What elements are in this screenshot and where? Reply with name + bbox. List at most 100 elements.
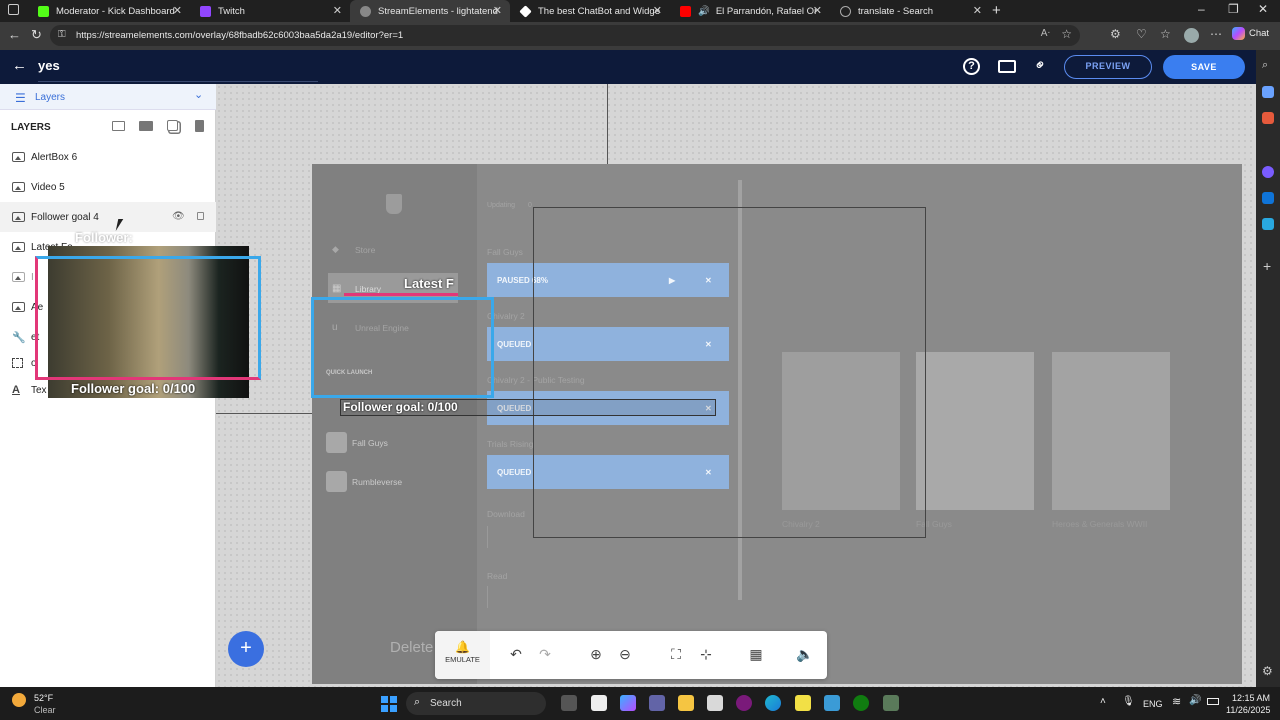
browser-essentials-icon[interactable]: ♡ bbox=[1136, 27, 1147, 41]
tab-twitch[interactable]: Twitch ✕ bbox=[190, 0, 350, 22]
layer-label: Follower goal 4 bbox=[31, 211, 99, 223]
sidebar-outlook-icon[interactable] bbox=[1262, 192, 1274, 204]
profile-avatar[interactable] bbox=[1184, 28, 1199, 43]
undo-icon[interactable]: ↶ bbox=[501, 631, 531, 677]
file-explorer-icon[interactable] bbox=[678, 695, 694, 711]
latest-follower-widget[interactable]: Latest F bbox=[344, 276, 458, 296]
obs-icon[interactable] bbox=[736, 695, 752, 711]
link-icon[interactable]: ⚭ bbox=[1029, 54, 1051, 76]
weather-icon[interactable] bbox=[12, 693, 26, 707]
visibility-eye-icon[interactable]: 👁 bbox=[172, 211, 185, 222]
duplicate-icon[interactable] bbox=[167, 120, 178, 131]
taskbar-search-box[interactable]: ⌕ Search bbox=[406, 692, 546, 715]
extensions-icon[interactable]: ⚙ bbox=[1110, 27, 1121, 41]
clock-date[interactable]: 11/26/2025 bbox=[1226, 705, 1270, 715]
copilot-chat-button[interactable]: Chat bbox=[1232, 27, 1269, 40]
close-icon[interactable]: ✕ bbox=[333, 4, 342, 17]
read-aloud-icon[interactable]: Aᐧ bbox=[1041, 28, 1050, 39]
tab-el-parrandon[interactable]: 🔊 El Parrandón, Rafael Orozco ✕ bbox=[670, 0, 830, 22]
zoom-out-icon[interactable]: ⊖ bbox=[610, 631, 640, 677]
overlay-name-input[interactable]: yes bbox=[38, 58, 318, 82]
mic-icon[interactable]: 🎙 bbox=[1122, 696, 1135, 707]
redo-icon[interactable]: ↷ bbox=[530, 631, 560, 677]
back-icon[interactable]: ← bbox=[8, 27, 21, 42]
url-field[interactable]: ⚿ https://streamelements.com/overlay/68f… bbox=[50, 25, 1080, 46]
close-icon[interactable]: ✕ bbox=[813, 4, 822, 17]
edge-icon[interactable] bbox=[765, 695, 781, 711]
windows-start-icon[interactable] bbox=[381, 696, 397, 712]
favorites-icon[interactable]: ☆ bbox=[1160, 27, 1171, 41]
wifi-icon[interactable]: ≋ bbox=[1172, 695, 1181, 708]
layer-item[interactable]: Video 5 bbox=[0, 172, 216, 202]
sidebar-send-icon[interactable] bbox=[1262, 218, 1274, 230]
lock-icon[interactable] bbox=[197, 212, 204, 220]
add-widget-button[interactable]: + bbox=[228, 631, 264, 667]
tab-actions-icon[interactable] bbox=[8, 4, 19, 15]
capcut-icon[interactable] bbox=[591, 695, 607, 711]
sidebar-games-icon[interactable] bbox=[1262, 166, 1274, 178]
folder-icon[interactable] bbox=[139, 121, 153, 131]
queue-status: QUEUED bbox=[497, 467, 532, 477]
layers-dropdown[interactable]: ☰ Layers ⌄ bbox=[0, 84, 216, 110]
layer-item[interactable]: AlertBox 6 bbox=[0, 142, 216, 172]
copilot-app-icon[interactable] bbox=[620, 695, 636, 711]
back-arrow-icon[interactable]: ← bbox=[12, 57, 27, 74]
read-divider bbox=[487, 586, 488, 608]
collapse-icon[interactable]: ⊹ bbox=[691, 631, 721, 677]
clock-time[interactable]: 12:15 AM bbox=[1232, 693, 1270, 703]
close-icon[interactable]: ✕ bbox=[653, 4, 662, 17]
window-close-icon[interactable]: ✕ bbox=[1258, 2, 1268, 16]
close-icon[interactable]: ✕ bbox=[973, 4, 982, 17]
new-group-icon[interactable] bbox=[112, 121, 125, 131]
xbox-icon[interactable] bbox=[853, 695, 869, 711]
site-info-icon[interactable]: ⚿ bbox=[58, 29, 66, 40]
trash-icon[interactable] bbox=[195, 120, 204, 132]
tray-chevron-icon[interactable]: ˄ bbox=[1100, 696, 1106, 707]
game-app-icon[interactable] bbox=[883, 695, 899, 711]
layer-item[interactable]: Follower goal 4 👁 bbox=[0, 202, 216, 232]
settings-app-icon[interactable] bbox=[824, 695, 840, 711]
volume-icon[interactable]: 🔊 bbox=[1189, 695, 1201, 706]
launcher-sidebar bbox=[312, 164, 477, 684]
teams-icon[interactable] bbox=[649, 695, 665, 711]
sidebar-add-icon[interactable]: + bbox=[1263, 258, 1271, 274]
save-button[interactable]: SAVE bbox=[1163, 55, 1245, 79]
language-indicator[interactable]: ENG bbox=[1143, 699, 1163, 709]
preview-button[interactable]: PREVIEW bbox=[1064, 55, 1152, 79]
notes-app-icon[interactable] bbox=[795, 695, 811, 711]
tab-streamelements[interactable]: StreamElements - lightatend ✕ bbox=[350, 0, 510, 22]
audio-playing-icon[interactable]: 🔊 bbox=[698, 6, 710, 17]
close-icon[interactable]: ✕ bbox=[493, 4, 502, 17]
close-icon[interactable]: ✕ bbox=[173, 4, 182, 17]
help-icon[interactable]: ? bbox=[963, 58, 980, 75]
url-text: https://streamelements.com/overlay/68fba… bbox=[76, 30, 404, 41]
task-view-icon[interactable] bbox=[561, 695, 577, 711]
quick-fall-guys: Fall Guys bbox=[352, 438, 388, 448]
new-tab-icon[interactable]: + bbox=[992, 2, 1001, 19]
restore-icon[interactable]: ❐ bbox=[1228, 2, 1239, 16]
minimize-icon[interactable]: – bbox=[1198, 2, 1205, 16]
grid-icon[interactable]: ▦ bbox=[741, 631, 771, 677]
sidebar-search-icon[interactable]: ⌕ bbox=[1262, 59, 1268, 72]
store-app-icon[interactable] bbox=[707, 695, 723, 711]
screen-settings-icon[interactable] bbox=[998, 60, 1016, 73]
sidebar-tools-icon[interactable] bbox=[1262, 112, 1274, 124]
more-menu-icon[interactable]: ⋯ bbox=[1210, 27, 1222, 41]
zoom-in-icon[interactable]: ⊕ bbox=[581, 631, 611, 677]
follower-goal-widget[interactable]: Follower goal: 0/100 bbox=[340, 399, 716, 416]
sound-icon[interactable]: 🔈 bbox=[790, 631, 820, 677]
favorite-star-icon[interactable]: ☆ bbox=[1061, 27, 1072, 41]
sidebar-app-icon[interactable] bbox=[1262, 86, 1274, 98]
video-widget-outline[interactable] bbox=[311, 297, 494, 398]
follower-goal-text: Follower goal: 0/100 bbox=[343, 400, 458, 414]
sidebar-settings-icon[interactable]: ⚙ bbox=[1262, 664, 1273, 678]
fit-screen-icon[interactable]: ⛶ bbox=[661, 631, 691, 677]
tab-translate-search[interactable]: translate - Search ✕ bbox=[830, 0, 990, 22]
battery-icon[interactable] bbox=[1207, 698, 1219, 705]
emulate-button[interactable]: 🔔 EMULATE bbox=[435, 631, 490, 679]
tab-chatbot-widgets[interactable]: The best ChatBot and Widgets fo ✕ bbox=[510, 0, 670, 22]
overlay-canvas[interactable]: ◆ Store ▦ Library u Unreal Engine QUICK … bbox=[216, 84, 1256, 687]
tab-kick-dashboard[interactable]: Moderator - Kick Dashboard ✕ bbox=[28, 0, 190, 22]
refresh-icon[interactable]: ↻ bbox=[31, 27, 42, 43]
alertbox-outline[interactable] bbox=[533, 207, 926, 538]
